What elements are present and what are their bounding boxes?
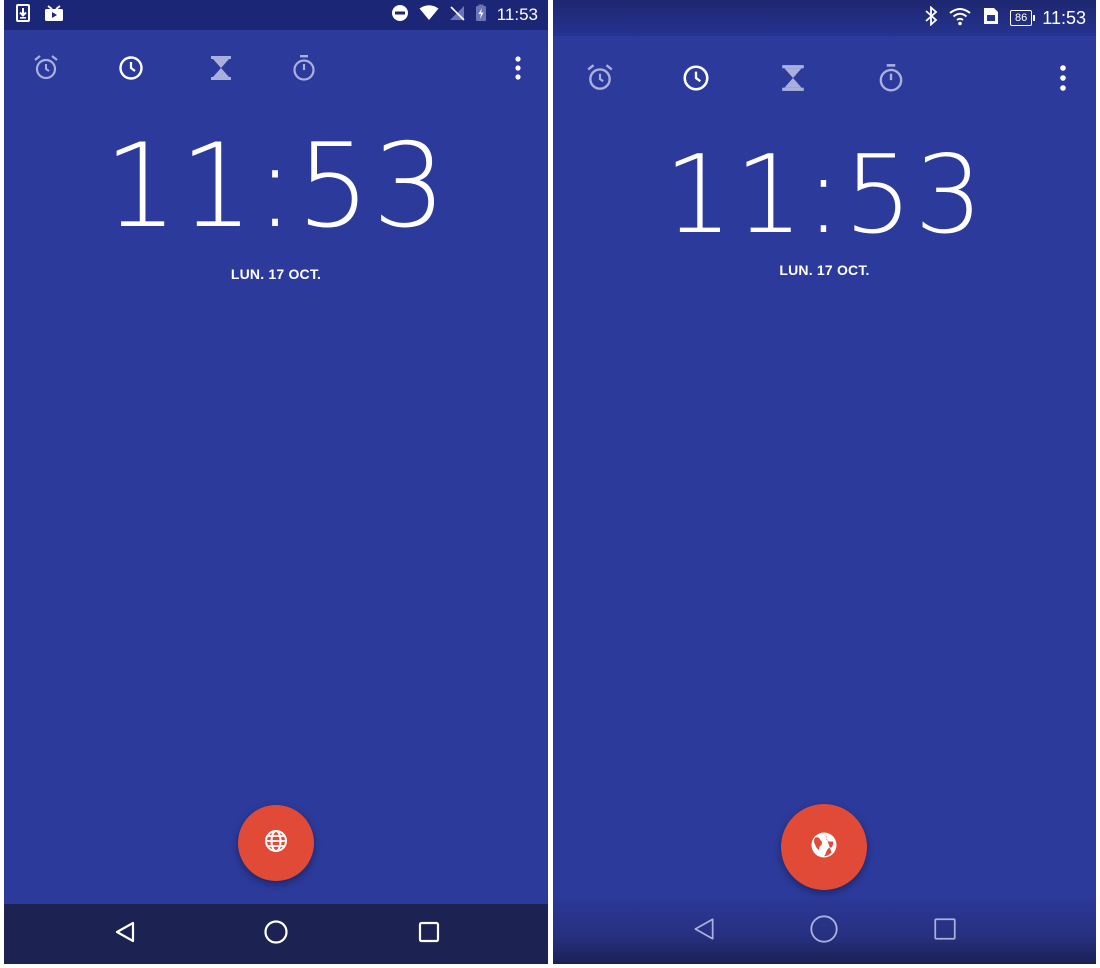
bluetooth-icon xyxy=(924,4,938,31)
alarm-icon xyxy=(32,54,60,82)
clock-icon xyxy=(117,54,145,82)
tab-alarm[interactable] xyxy=(26,48,66,88)
battery-charging-icon xyxy=(475,4,487,27)
alarm-icon xyxy=(585,63,615,93)
home-icon xyxy=(809,914,839,949)
recents-icon xyxy=(932,916,958,947)
back-icon xyxy=(113,920,137,949)
clock-time: 11:53 xyxy=(663,133,986,258)
recents-button[interactable] xyxy=(404,904,454,964)
back-button[interactable] xyxy=(679,898,729,964)
no-sim-icon xyxy=(449,5,465,26)
stopwatch-icon xyxy=(291,54,317,82)
hourglass-icon xyxy=(209,55,233,81)
download-icon xyxy=(16,3,30,27)
tab-timer[interactable] xyxy=(773,58,813,98)
home-icon xyxy=(263,919,289,950)
home-button[interactable] xyxy=(799,898,849,964)
recents-icon xyxy=(417,920,441,949)
tab-clock[interactable] xyxy=(111,48,151,88)
clock-icon xyxy=(681,63,711,93)
more-vert-icon xyxy=(515,56,521,80)
tab-clock[interactable] xyxy=(676,58,716,98)
clock-date: LUN. 17 OCT. xyxy=(230,266,322,282)
tab-stopwatch[interactable] xyxy=(284,48,324,88)
sim-icon xyxy=(982,6,1000,31)
home-button[interactable] xyxy=(251,904,301,964)
right-phone-screen: 86 11:53 11:53 LUN. 17 OCT. xyxy=(553,0,1096,964)
wifi-icon xyxy=(948,6,972,31)
battery-icon: 86 xyxy=(1010,10,1036,26)
tab-timer[interactable] xyxy=(201,48,241,88)
tab-alarm[interactable] xyxy=(580,58,620,98)
overflow-menu-button[interactable] xyxy=(1043,58,1083,98)
earth-icon xyxy=(809,830,839,865)
back-icon xyxy=(691,916,717,947)
stopwatch-icon xyxy=(877,63,905,93)
media-icon xyxy=(44,4,64,27)
back-button[interactable] xyxy=(100,904,150,964)
status-time: 11:53 xyxy=(1042,7,1086,28)
tab-bar xyxy=(4,48,548,88)
clock-date: LUN. 17 OCT. xyxy=(779,262,870,278)
tab-stopwatch[interactable] xyxy=(871,58,911,98)
more-vert-icon xyxy=(1060,65,1066,91)
recents-button[interactable] xyxy=(920,898,970,964)
hourglass-icon xyxy=(780,64,806,92)
globe-icon xyxy=(264,829,288,858)
status-time: 11:53 xyxy=(496,5,538,24)
clock-time: 11:53 xyxy=(103,119,449,254)
world-clock-button[interactable] xyxy=(238,805,314,881)
tab-bar xyxy=(553,58,1096,98)
left-phone-screen: 11:53 11:53 LUN. 17 OCT. xyxy=(4,0,548,964)
overflow-menu-button[interactable] xyxy=(498,48,538,88)
wifi-icon xyxy=(419,4,439,26)
do-not-disturb-icon xyxy=(391,4,409,27)
world-clock-button[interactable] xyxy=(781,804,867,890)
status-bar: 86 11:53 xyxy=(553,0,1096,36)
status-bar: 11:53 xyxy=(4,0,548,30)
navigation-bar xyxy=(4,904,548,964)
navigation-bar xyxy=(553,898,1096,964)
